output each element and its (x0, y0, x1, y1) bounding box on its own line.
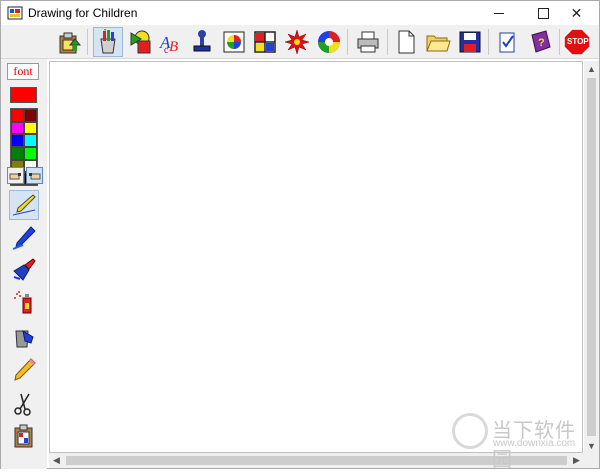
toolbar-separator (488, 29, 489, 55)
brush-tool-button[interactable] (9, 255, 39, 285)
color-swatch[interactable] (11, 147, 24, 160)
spray-tool-button[interactable] (9, 287, 39, 317)
star-button[interactable] (282, 27, 312, 57)
fill-bucket-tool-button[interactable] (9, 321, 39, 351)
stop-button[interactable]: STOP (562, 27, 592, 57)
paint-bucket-icon (15, 329, 34, 348)
picture-button[interactable] (219, 27, 249, 57)
scroll-up-icon[interactable]: ▲ (584, 61, 599, 76)
watermark-logo-icon (452, 413, 488, 449)
current-color-swatch (10, 87, 37, 103)
paint-can-button[interactable] (93, 27, 123, 57)
print-button[interactable] (353, 27, 383, 57)
svg-text:B: B (169, 39, 178, 55)
eraser-tool-button[interactable] (9, 355, 39, 385)
picture-tool-button[interactable] (9, 421, 39, 451)
stamp-button[interactable] (187, 27, 217, 57)
spray-can-icon (14, 291, 32, 314)
save-button[interactable] (455, 27, 485, 57)
app-icon (7, 6, 23, 20)
stamp-icon (193, 30, 211, 52)
clipboard-upload-button[interactable] (54, 27, 84, 57)
scissors-icon (14, 393, 31, 416)
spiral-wheel-icon (318, 31, 340, 53)
pencil-tool-button[interactable] (9, 223, 39, 253)
color-swatch[interactable] (24, 109, 37, 122)
checklist-button[interactable] (493, 27, 523, 57)
toolbar-separator (559, 29, 560, 55)
pen-tool-button[interactable] (9, 190, 39, 220)
hand-left-button[interactable] (7, 167, 24, 184)
toolbar: A B c ? STOP (1, 25, 599, 59)
vertical-scrollbar[interactable]: ▲ ▼ (584, 61, 599, 453)
hand-mode-selector (7, 167, 43, 185)
hand-right-icon (29, 173, 41, 180)
color-swatch[interactable] (11, 109, 24, 122)
grid-button[interactable] (250, 27, 280, 57)
toolbar-separator (387, 29, 388, 55)
mondrian-grid-icon (254, 31, 276, 53)
new-file-button[interactable] (391, 27, 421, 57)
vertical-scroll-thumb[interactable] (587, 78, 596, 436)
shapes-icon (130, 30, 151, 54)
text-abc-icon: A B c (159, 33, 178, 55)
clipboard-upload-icon (59, 32, 82, 54)
brush-icon (13, 258, 36, 281)
app-window: Drawing for Children ✕ A B c ? STOP font… (0, 0, 600, 471)
open-folder-icon (426, 35, 451, 52)
stop-label: STOP (567, 37, 589, 46)
scissors-tool-button[interactable] (9, 389, 39, 419)
help-book-icon: ? (531, 30, 551, 53)
title-bar: Drawing for Children ✕ (1, 1, 599, 25)
open-folder-button[interactable] (423, 27, 453, 57)
help-button[interactable]: ? (526, 27, 556, 57)
save-disk-icon (459, 31, 481, 53)
watermark-sub-text: www.downxia.com (493, 438, 576, 449)
toolbar-separator (347, 29, 348, 55)
pen-nib-icon (12, 194, 36, 216)
picture-clipboard-icon (14, 424, 33, 448)
text-button[interactable]: A B c (156, 27, 186, 57)
toolbar-separator (87, 29, 88, 55)
printer-icon (357, 31, 379, 53)
red-star-icon (284, 29, 310, 55)
pie-picture-icon (223, 31, 245, 53)
left-tool-panel: font (1, 59, 47, 469)
paint-can-icon (100, 29, 116, 54)
color-swatch[interactable] (24, 147, 37, 160)
hand-left-icon (9, 173, 21, 180)
close-icon: ✕ (570, 4, 583, 21)
hand-right-button[interactable] (26, 167, 43, 184)
window-title: Drawing for Children (28, 6, 138, 20)
minimize-button[interactable] (476, 1, 521, 25)
color-swatch[interactable] (11, 121, 24, 135)
scroll-left-icon[interactable]: ◀ (49, 453, 64, 468)
color-swatch[interactable] (24, 134, 37, 148)
eraser-pencil-icon (14, 358, 36, 381)
drawing-canvas[interactable] (49, 61, 583, 453)
color-swatch[interactable] (11, 134, 24, 148)
color-swatch[interactable] (24, 121, 37, 135)
watermark: 当下软件园 www.downxia.com (447, 411, 587, 471)
checklist-icon (499, 32, 515, 53)
close-button[interactable]: ✕ (554, 1, 599, 25)
pencil-blue-icon (12, 226, 36, 250)
svg-text:?: ? (538, 37, 545, 49)
new-file-icon (398, 30, 415, 54)
font-button[interactable]: font (7, 63, 39, 80)
spiral-button[interactable] (314, 27, 344, 57)
shapes-button[interactable] (125, 27, 155, 57)
svg-text:c: c (164, 45, 169, 55)
